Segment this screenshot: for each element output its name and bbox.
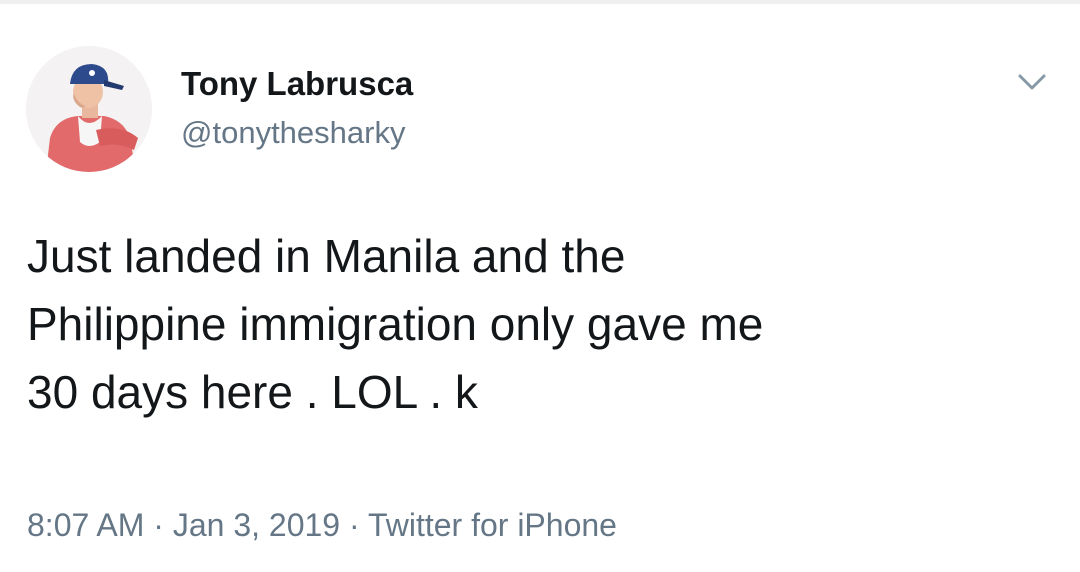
tweet-card: Tony Labrusca @tonythesharky Just landed… <box>0 0 1080 572</box>
tweet-text-line: Philippine immigration only gave me <box>27 298 764 350</box>
author-display-name[interactable]: Tony Labrusca <box>181 64 413 104</box>
author-handle[interactable]: @tonythesharky <box>181 114 405 152</box>
avatar-photo <box>26 46 152 172</box>
meta-separator: · <box>144 507 173 543</box>
meta-separator: · <box>340 507 368 543</box>
avatar[interactable] <box>26 46 152 172</box>
tweet-source[interactable]: Twitter for iPhone <box>368 507 617 543</box>
top-divider <box>0 0 1080 4</box>
tweet-text: Just landed in Manila and the Philippine… <box>27 222 1057 426</box>
chevron-down-icon[interactable] <box>1014 70 1050 96</box>
tweet-date[interactable]: Jan 3, 2019 <box>173 507 340 543</box>
tweet-text-line: 30 days here . LOL . k <box>27 366 478 418</box>
tweet-meta: 8:07 AM · Jan 3, 2019 · Twitter for iPho… <box>27 505 617 545</box>
tweet-text-line: Just landed in Manila and the <box>27 230 626 282</box>
tweet-time[interactable]: 8:07 AM <box>27 507 144 543</box>
